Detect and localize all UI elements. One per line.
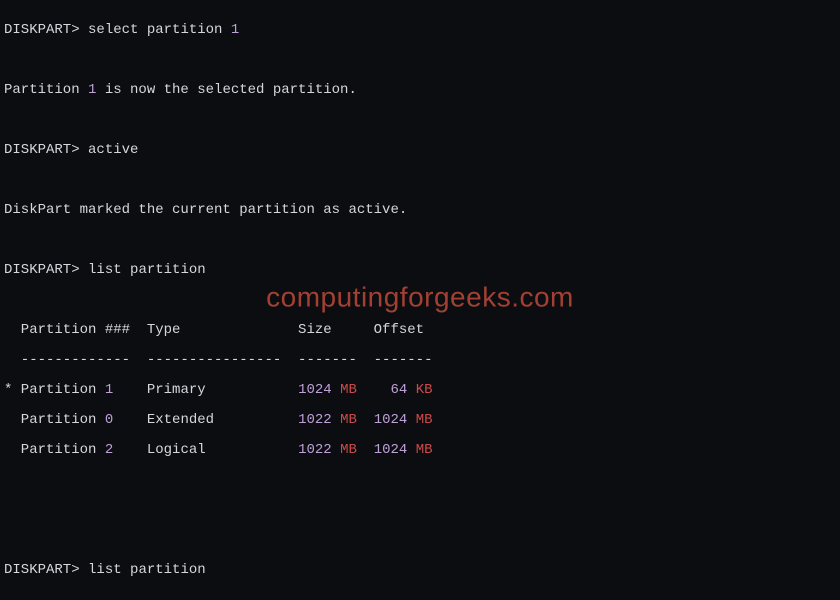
response-line: Partition 1 is now the selected partitio… xyxy=(4,83,836,98)
cmd-line-active: DISKPART> active xyxy=(4,143,836,158)
blank-line xyxy=(4,593,836,600)
cmd-line-list: DISKPART> list partition xyxy=(4,263,836,278)
cmd-line-select-1: DISKPART> select partition 1 xyxy=(4,23,836,38)
blank-line xyxy=(4,233,836,248)
terminal-output: DISKPART> select partition 1 Partition 1… xyxy=(0,0,840,600)
table-divider: ------------- ---------------- ------- -… xyxy=(4,353,836,368)
blank-line xyxy=(4,473,836,488)
response-line: DiskPart marked the current partition as… xyxy=(4,203,836,218)
prompt: DISKPART> xyxy=(4,22,80,38)
table-row: Partition 0 Extended 1022 MB 1024 MB xyxy=(4,413,836,428)
blank-line xyxy=(4,293,836,308)
blank-line xyxy=(4,503,836,518)
table-row: * Partition 1 Primary 1024 MB 64 KB xyxy=(4,383,836,398)
arg-number: 1 xyxy=(231,22,239,38)
blank-line xyxy=(4,53,836,68)
cmd-line-list-2: DISKPART> list partition xyxy=(4,563,836,578)
table-header: Partition ### Type Size Offset xyxy=(4,323,836,338)
table-row: Partition 2 Logical 1022 MB 1024 MB xyxy=(4,443,836,458)
blank-line xyxy=(4,113,836,128)
blank-line xyxy=(4,533,836,548)
blank-line xyxy=(4,173,836,188)
command-text: select partition xyxy=(88,22,231,38)
